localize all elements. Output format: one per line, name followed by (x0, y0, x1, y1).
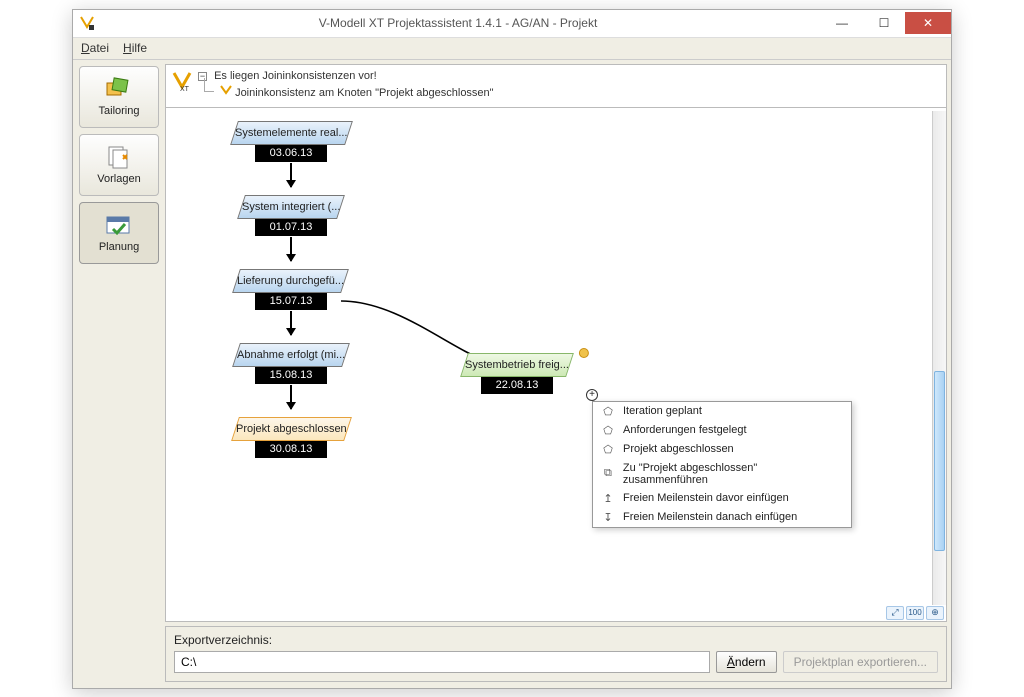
flow-canvas[interactable]: Systemelemente real... 03.06.13 System i… (166, 111, 932, 605)
templates-icon (105, 145, 133, 169)
export-label: Exportverzeichnis: (174, 633, 938, 647)
flow-arrow (290, 163, 292, 187)
inconsistency-message: XT − Es liegen Joininkonsistenzen vor! (166, 65, 946, 108)
milestone-node[interactable]: Projekt abgeschlossen 30.08.13 (226, 417, 356, 458)
milestone-date: 30.08.13 (255, 440, 327, 458)
context-menu: ⬠ Iteration geplant ⬠ Anforderungen festge… (592, 401, 852, 528)
titlebar: V-Modell XT Projektassistent 1.4.1 - AG/… (73, 10, 951, 38)
zoom-toolbar: ⤢ 100 ⊕ (886, 605, 944, 621)
insert-before-icon: ↥ (601, 492, 615, 505)
menu-file-label: atei (90, 41, 109, 55)
menubar: Datei Hilfe (73, 38, 951, 60)
flow-arrow (290, 237, 292, 261)
context-menu-item[interactable]: ⬠ Iteration geplant (593, 402, 851, 421)
flow-diagram-panel: XT − Es liegen Joininkonsistenzen vor! (165, 64, 947, 622)
context-menu-item[interactable]: ⬠ Anforderungen festgelegt (593, 421, 851, 440)
milestone-node[interactable]: Systemelemente real... 03.06.13 (226, 121, 356, 162)
milestone-node[interactable]: Abnahme erfolgt (mi... 15.08.13 (226, 343, 356, 384)
vertical-scrollbar[interactable] (932, 111, 946, 605)
context-menu-item[interactable]: ↥ Freien Meilenstein davor einfügen (593, 489, 851, 508)
milestone-label: Systembetrieb freig... (465, 359, 569, 371)
maximize-button[interactable]: ☐ (863, 12, 905, 34)
svg-text:XT: XT (180, 86, 190, 91)
message-line-2: Joininkonsistenz am Knoten "Projekt abge… (235, 87, 494, 99)
context-menu-label: Zu "Projekt abgeschlossen" zusammenführe… (623, 462, 843, 486)
close-button[interactable]: ✕ (905, 12, 951, 34)
planning-icon (105, 213, 133, 237)
app-icon: XT (172, 71, 192, 91)
menu-file[interactable]: Datei (81, 41, 109, 55)
flow-arrow (290, 385, 292, 409)
sidebar-item-planung[interactable]: Planung (79, 202, 159, 264)
menu-help[interactable]: Hilfe (123, 41, 147, 55)
tree-collapse-icon[interactable]: − (198, 72, 207, 81)
milestone-label: Projekt abgeschlossen (236, 423, 347, 435)
milestone-node[interactable]: Lieferung durchgefü... 15.07.13 (226, 269, 356, 310)
context-menu-label: Iteration geplant (623, 405, 702, 417)
sidebar-item-label: Tailoring (99, 105, 140, 117)
change-path-button[interactable]: Ändern (716, 651, 777, 673)
milestone-node[interactable]: Systembetrieb freig... 22.08.13 (452, 353, 582, 394)
message-line-1: Es liegen Joininkonsistenzen vor! (214, 70, 377, 82)
milestone-date: 15.07.13 (255, 292, 327, 310)
context-menu-item[interactable]: ⬠ Projekt abgeschlossen (593, 440, 851, 459)
milestone-label: Systemelemente real... (235, 127, 348, 139)
context-menu-item[interactable]: ↧ Freien Meilenstein danach einfügen (593, 508, 851, 527)
sidebar-item-vorlagen[interactable]: Vorlagen (79, 134, 159, 196)
sidebar: Tailoring Vorlagen Planung (73, 60, 165, 688)
milestone-label: Abnahme erfolgt (mi... (237, 349, 345, 361)
milestone-date: 01.07.13 (255, 218, 327, 236)
context-menu-label: Freien Meilenstein davor einfügen (623, 492, 789, 504)
milestone-node[interactable]: System integriert (... 01.07.13 (226, 195, 356, 236)
add-node-button[interactable]: + (586, 389, 598, 401)
milestone-date: 22.08.13 (481, 376, 553, 394)
insert-after-icon: ↧ (601, 511, 615, 524)
milestone-label: Lieferung durchgefü... (237, 275, 344, 287)
zoom-100-button[interactable]: 100 (906, 606, 924, 620)
application-window: V-Modell XT Projektassistent 1.4.1 - AG/… (72, 9, 952, 689)
flow-arrow (290, 311, 292, 335)
warning-icon (220, 84, 232, 101)
sidebar-item-label: Vorlagen (97, 173, 140, 185)
merge-icon: ⧉ (601, 467, 615, 480)
context-menu-label: Anforderungen festgelegt (623, 424, 747, 436)
warning-badge-icon (579, 348, 589, 358)
zoom-reset-button[interactable]: ⊕ (926, 606, 944, 620)
minimize-button[interactable]: — (821, 12, 863, 34)
zoom-fit-button[interactable]: ⤢ (886, 606, 904, 620)
window-title: V-Modell XT Projektassistent 1.4.1 - AG/… (95, 16, 821, 30)
milestone-icon: ⬠ (601, 424, 615, 437)
milestone-date: 15.08.13 (255, 366, 327, 384)
milestone-date: 03.06.13 (255, 144, 327, 162)
menu-help-label: ilfe (132, 41, 147, 55)
export-path-input[interactable] (174, 651, 710, 673)
app-icon (79, 15, 95, 31)
sidebar-item-label: Planung (99, 241, 139, 253)
milestone-label: System integriert (... (242, 201, 340, 213)
tailoring-icon (105, 77, 133, 101)
milestone-icon: ⬠ (601, 443, 615, 456)
context-menu-label: Freien Meilenstein danach einfügen (623, 511, 797, 523)
export-plan-button: Projektplan exportieren... (783, 651, 938, 673)
sidebar-item-tailoring[interactable]: Tailoring (79, 66, 159, 128)
export-panel: Exportverzeichnis: Ändern Projektplan ex… (165, 626, 947, 682)
context-menu-label: Projekt abgeschlossen (623, 443, 734, 455)
milestone-icon: ⬠ (601, 405, 615, 418)
context-menu-item[interactable]: ⧉ Zu "Projekt abgeschlossen" zusammenführ… (593, 459, 851, 489)
scrollbar-thumb[interactable] (934, 371, 945, 551)
